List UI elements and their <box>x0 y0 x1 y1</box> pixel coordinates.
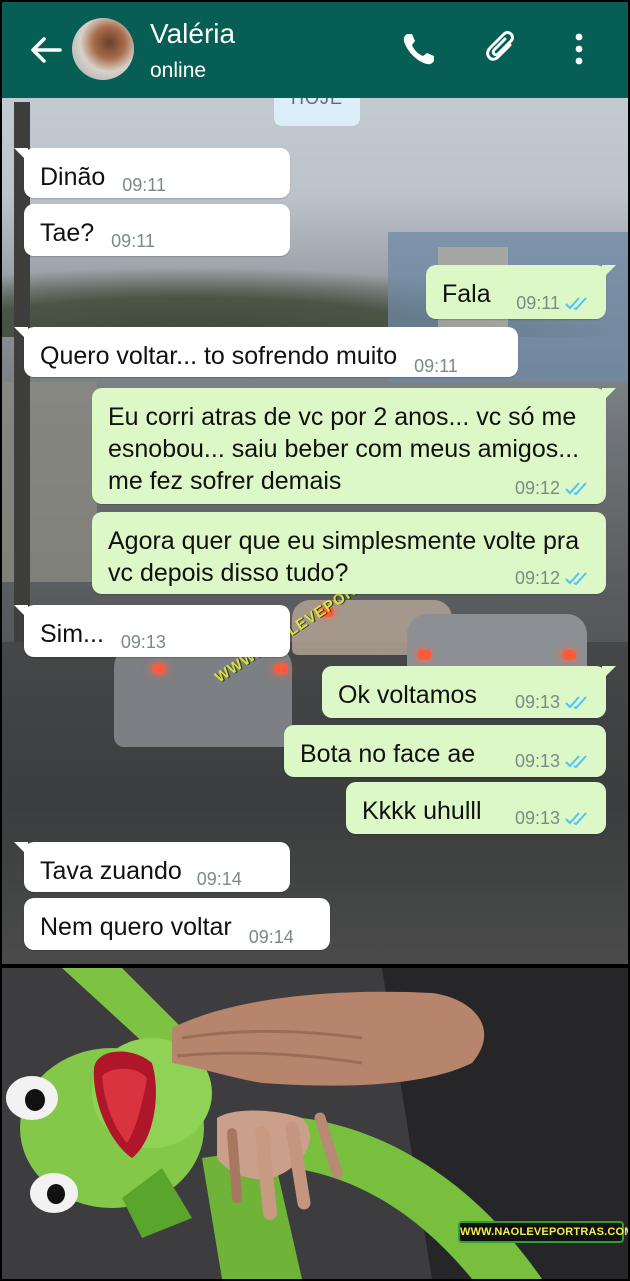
message-outgoing[interactable]: Bota no face ae 09:13 <box>284 725 606 777</box>
message-text: Ok voltamos <box>338 681 477 709</box>
read-ticks-icon <box>565 572 587 586</box>
message-text: Quero voltar... to sofrendo muito <box>40 342 398 370</box>
message-text: Nem quero voltar <box>40 913 232 941</box>
message-incoming[interactable]: Sim... 09:13 <box>14 605 290 657</box>
chat-screen: Valéria online HOJE Dinão 09:11 Tae? 09:… <box>2 2 628 964</box>
message-time: 09:12 <box>514 568 560 588</box>
message-incoming[interactable]: Dinão 09:11 <box>14 148 290 198</box>
read-ticks-icon <box>565 696 587 710</box>
message-time: 09:11 <box>414 356 458 376</box>
message-text: Dinão <box>40 163 106 191</box>
paperclip-icon[interactable] <box>480 28 522 70</box>
message-time: 09:14 <box>248 927 294 947</box>
message-time: 09:11 <box>516 293 560 313</box>
message-text: Bota no face ae <box>300 740 476 768</box>
message-time: 09:11 <box>122 175 166 195</box>
message-time: 09:11 <box>111 231 155 251</box>
message-time: 09:13 <box>514 808 560 828</box>
back-arrow-icon[interactable] <box>26 30 66 70</box>
message-text: Tae? <box>40 219 95 247</box>
watermark-badge: WWW.NAOLEVEPORTRAS.COM <box>458 1221 628 1243</box>
read-ticks-icon <box>565 755 587 769</box>
contact-name[interactable]: Valéria <box>150 18 235 50</box>
message-outgoing[interactable]: Fala 09:11 <box>426 265 616 319</box>
read-ticks-icon <box>565 482 587 496</box>
message-incoming[interactable]: Quero voltar... to sofrendo muito 09:11 <box>14 327 518 377</box>
meme-frame: Valéria online HOJE Dinão 09:11 Tae? 09:… <box>0 0 630 1281</box>
message-outgoing[interactable]: Ok voltamos 09:13 <box>322 666 616 718</box>
avatar[interactable] <box>72 18 134 80</box>
more-vert-icon[interactable] <box>567 28 591 70</box>
message-outgoing[interactable]: Eu corri atras de vc por 2 anos... vc só… <box>92 388 616 504</box>
message-incoming[interactable]: Nem quero voltar 09:14 <box>24 898 330 950</box>
contact-status: online <box>150 59 207 82</box>
message-outgoing[interactable]: Agora quer que eu simplesmente volte pra… <box>92 512 606 594</box>
message-time: 09:13 <box>514 692 560 712</box>
message-text: Kkkk uhulll <box>362 797 482 825</box>
message-time: 09:13 <box>120 632 166 652</box>
message-text: Sim... <box>40 620 104 648</box>
chat-header: Valéria online <box>2 2 628 98</box>
phone-icon[interactable] <box>398 28 440 70</box>
message-time: 09:14 <box>196 869 242 889</box>
kermit-reaction-photo: WWW.NAOLEVEPORTRAS.COM <box>2 968 628 1279</box>
message-time: 09:13 <box>514 751 560 771</box>
message-incoming[interactable]: Tae? 09:11 <box>24 204 290 256</box>
message-text: Tava zuando <box>40 857 182 885</box>
message-text: Fala <box>442 280 491 308</box>
message-incoming[interactable]: Tava zuando 09:14 <box>14 842 290 892</box>
read-ticks-icon <box>565 297 587 311</box>
message-time: 09:12 <box>514 478 560 498</box>
read-ticks-icon <box>565 812 587 826</box>
message-outgoing[interactable]: Kkkk uhulll 09:13 <box>346 782 606 834</box>
